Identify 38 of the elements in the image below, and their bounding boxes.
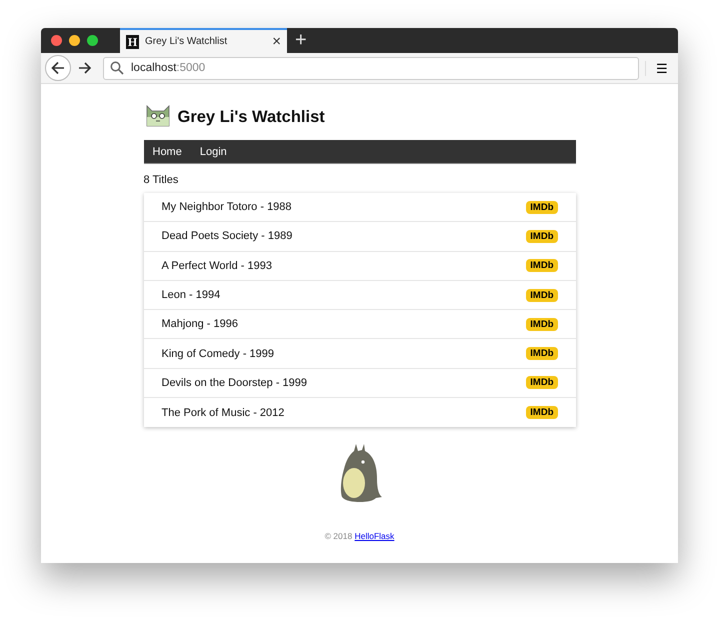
imdb-link[interactable]: IMDb [526,347,558,360]
tab-title: Grey Li's Watchlist [145,36,228,47]
new-tab-button[interactable]: + [287,28,307,53]
movie-title: My Neighbor Totoro - 1988 [162,201,292,214]
imdb-link[interactable]: IMDb [526,376,558,390]
back-button[interactable] [45,55,71,81]
movie-title: King of Comedy - 1999 [162,348,274,360]
url-port: :5000 [176,62,206,74]
movie-title: Devils on the Doorstep - 1999 [162,376,308,389]
forward-icon[interactable] [77,60,93,76]
browser-tab[interactable]: H Grey Li's Watchlist × [120,28,287,53]
movie-title: Dead Poets Society - 1989 [162,230,292,242]
movie-title: Leon - 1994 [162,289,220,302]
close-window-icon[interactable] [51,35,62,46]
imdb-link[interactable]: IMDb [526,200,558,214]
movie-title: Mahjong - 1996 [162,318,238,330]
imdb-link[interactable]: IMDb [526,230,558,243]
footer-link[interactable]: HelloFlask [354,531,394,542]
imdb-link[interactable]: IMDb [526,259,558,272]
movie-title: The Pork of Music - 2012 [162,406,284,419]
nav-link[interactable]: Login [200,146,227,158]
copyright-text: © 2018 [324,531,352,542]
imdb-link[interactable]: IMDb [526,288,558,302]
menu-button[interactable]: ☰ [645,60,674,76]
imdb-link[interactable]: IMDb [526,406,558,420]
search-icon [110,61,124,75]
favicon: H [126,34,139,48]
minimize-window-icon[interactable] [69,35,80,46]
close-tab-button[interactable]: × [272,33,281,50]
movie-title: A Perfect World - 1993 [162,260,272,272]
imdb-link[interactable]: IMDb [526,318,558,331]
page-title: Grey Li's Watchlist [178,108,325,127]
zoom-window-icon[interactable] [87,35,98,46]
url-host: localhost [131,62,176,74]
nav-link[interactable]: Home [152,146,182,158]
address-bar[interactable]: localhost:5000 [103,56,639,80]
title-count: 8 Titles [144,174,180,186]
back-arrow-icon [49,59,67,77]
